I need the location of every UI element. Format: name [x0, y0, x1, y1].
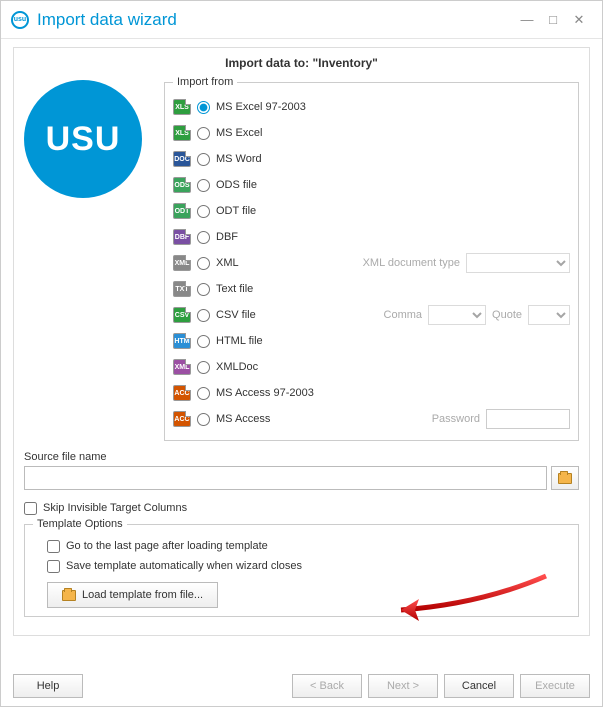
txt-file-icon: TXT [173, 281, 191, 297]
comma-label: Comma [384, 309, 423, 321]
format-option-row: TXT Text file [173, 276, 570, 302]
load-template-label: Load template from file... [82, 589, 203, 601]
back-button[interactable]: < Back [292, 674, 362, 698]
format-option-row: ODS ODS file [173, 172, 570, 198]
format-option-row: XML XMLDoc [173, 354, 570, 380]
format-option-row: ACC MS Access 97-2003 [173, 380, 570, 406]
format-radio[interactable] [197, 231, 210, 244]
folder-icon [558, 473, 572, 484]
format-radio[interactable] [197, 335, 210, 348]
format-radio[interactable] [197, 387, 210, 400]
goto-last-page-checkbox[interactable] [47, 540, 60, 553]
usu-logo: USU [24, 80, 142, 198]
csv-file-icon: CSV [173, 307, 191, 323]
format-option-row: DOC MS Word [173, 146, 570, 172]
format-radio[interactable] [197, 101, 210, 114]
app-icon: usu [11, 11, 29, 29]
titlebar: usu Import data wizard — □ ✕ [1, 1, 602, 39]
format-label: MS Excel [216, 127, 262, 139]
format-option-row: XLS MS Excel [173, 120, 570, 146]
goto-last-page-label: Go to the last page after loading templa… [66, 540, 268, 552]
xmldoc-file-icon: XML [173, 359, 191, 375]
quote-label: Quote [492, 309, 522, 321]
import-from-group: Import from XLS MS Excel 97-2003 XLS MS Exc… [164, 76, 579, 441]
format-label: CSV file [216, 309, 256, 321]
xml-type-label: XML document type [363, 257, 460, 269]
template-options-legend: Template Options [33, 518, 127, 530]
comma-select[interactable] [428, 305, 486, 325]
acc-file-icon: ACC [173, 385, 191, 401]
footer: Help < Back Next > Cancel Execute [1, 666, 602, 706]
ods-file-icon: ODS [173, 177, 191, 193]
odt-file-icon: ODT [173, 203, 191, 219]
format-option-row: CSV CSV file Comma Quote [173, 302, 570, 328]
format-label: HTML file [216, 335, 263, 347]
import-from-legend: Import from [173, 76, 237, 88]
format-radio[interactable] [197, 361, 210, 374]
format-label: MS Access 97-2003 [216, 387, 314, 399]
format-label: Text file [216, 283, 253, 295]
xls-file-icon: XLS [173, 99, 191, 115]
format-label: XML [216, 257, 239, 269]
browse-button[interactable] [551, 466, 579, 490]
format-option-row: ACC MS Access Password [173, 406, 570, 432]
format-label: XMLDoc [216, 361, 258, 373]
load-template-button[interactable]: Load template from file... [47, 582, 218, 608]
help-button[interactable]: Help [13, 674, 83, 698]
password-label: Password [432, 413, 480, 425]
doc-file-icon: DOC [173, 151, 191, 167]
format-radio[interactable] [197, 153, 210, 166]
format-radio[interactable] [197, 127, 210, 140]
format-option-row: DBF DBF [173, 224, 570, 250]
accx-file-icon: ACC [173, 411, 191, 427]
save-template-auto-label: Save template automatically when wizard … [66, 560, 302, 572]
cancel-button[interactable]: Cancel [444, 674, 514, 698]
format-option-row: XML XML XML document type [173, 250, 570, 276]
format-label: MS Word [216, 153, 262, 165]
format-radio[interactable] [197, 257, 210, 270]
folder-icon [62, 590, 76, 601]
template-options-group: Template Options Go to the last page aft… [24, 518, 579, 617]
format-radio[interactable] [197, 179, 210, 192]
format-radio[interactable] [197, 283, 210, 296]
format-option-row: ODT ODT file [173, 198, 570, 224]
format-radio[interactable] [197, 309, 210, 322]
execute-button[interactable]: Execute [520, 674, 590, 698]
next-button[interactable]: Next > [368, 674, 438, 698]
format-label: DBF [216, 231, 238, 243]
format-label: MS Excel 97-2003 [216, 101, 306, 113]
format-option-row: XLS MS Excel 97-2003 [173, 94, 570, 120]
quote-select[interactable] [528, 305, 570, 325]
format-radio[interactable] [197, 413, 210, 426]
maximize-button[interactable]: □ [540, 12, 566, 27]
source-file-label: Source file name [24, 451, 579, 463]
format-label: ODS file [216, 179, 257, 191]
skip-invisible-label: Skip Invisible Target Columns [43, 502, 187, 514]
password-input[interactable] [486, 409, 570, 429]
format-label: ODT file [216, 205, 256, 217]
save-template-auto-checkbox[interactable] [47, 560, 60, 573]
skip-invisible-checkbox[interactable] [24, 502, 37, 515]
main-panel: Import data to: "Inventory" USU Import f… [13, 47, 590, 636]
xml-file-icon: XML [173, 255, 191, 271]
xlsx-file-icon: XLS [173, 125, 191, 141]
format-radio[interactable] [197, 205, 210, 218]
format-option-row: HTM HTML file [173, 328, 570, 354]
panel-heading: Import data to: "Inventory" [24, 56, 579, 70]
minimize-button[interactable]: — [514, 12, 540, 27]
window-title: Import data wizard [37, 10, 514, 30]
html-file-icon: HTM [173, 333, 191, 349]
dbf-file-icon: DBF [173, 229, 191, 245]
close-button[interactable]: ✕ [566, 12, 592, 28]
format-label: MS Access [216, 413, 270, 425]
source-file-input[interactable] [24, 466, 547, 490]
xml-type-select[interactable] [466, 253, 570, 273]
